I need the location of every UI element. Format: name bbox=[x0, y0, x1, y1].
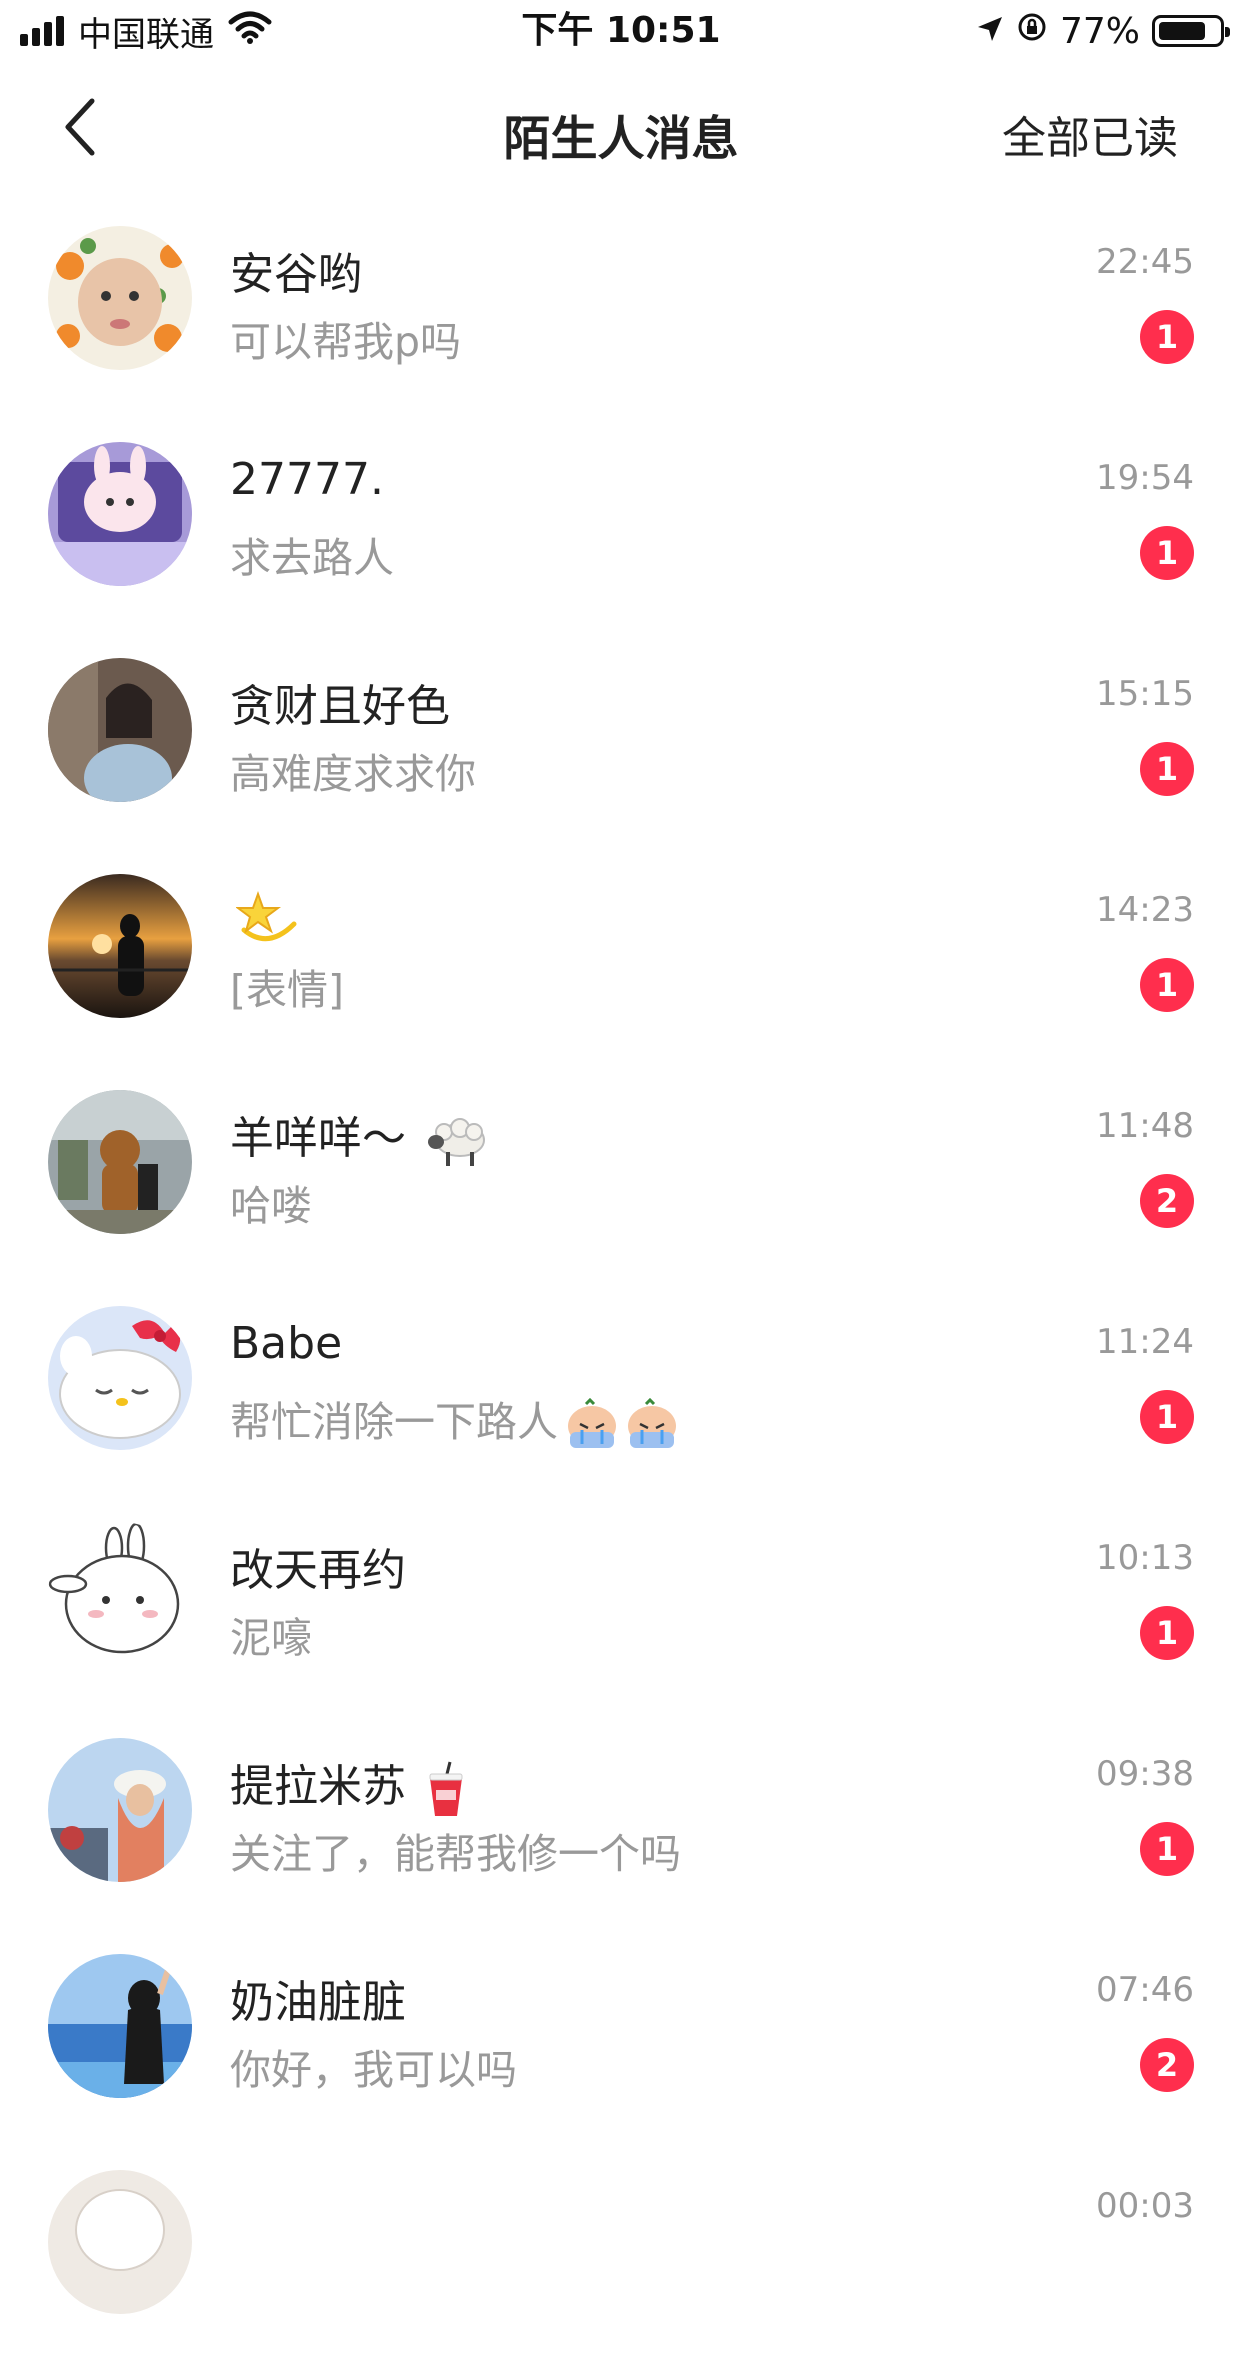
battery-icon bbox=[1152, 15, 1230, 47]
message-preview: 帮忙消除一下路人 bbox=[230, 1388, 682, 1452]
message-time: 14:23 bbox=[1096, 890, 1194, 930]
unread-badge: 1 bbox=[1140, 958, 1194, 1012]
avatar[interactable] bbox=[48, 1954, 192, 2098]
contact-name: 27777. bbox=[230, 454, 384, 505]
crying-face-icon bbox=[568, 1398, 676, 1448]
list-item[interactable]: 羊咩咩～ 哈喽 11:48 2 bbox=[0, 1074, 1242, 1290]
message-list: 安谷哟 可以帮我p吗 22:45 1 27777. 求去路人 19:54 1 贪… bbox=[0, 210, 1242, 2370]
message-time: 11:48 bbox=[1096, 1106, 1194, 1146]
contact-name bbox=[230, 886, 300, 946]
avatar[interactable] bbox=[48, 1090, 192, 1234]
list-item[interactable]: 贪财且好色 高难度求求你 15:15 1 bbox=[0, 642, 1242, 858]
contact-name: Babe bbox=[230, 1318, 343, 1369]
message-preview: 泥嚎 bbox=[230, 1614, 312, 1662]
avatar[interactable] bbox=[48, 226, 192, 370]
list-item[interactable]: 00:03 bbox=[0, 2154, 1242, 2370]
message-preview: 可以帮我p吗 bbox=[230, 318, 462, 366]
list-item[interactable]: 提拉米苏 关注了，能帮我修一个吗 09:38 1 bbox=[0, 1722, 1242, 1938]
location-icon bbox=[976, 11, 1004, 52]
unread-badge: 1 bbox=[1140, 1822, 1194, 1876]
list-item[interactable]: 改天再约 泥嚎 10:13 1 bbox=[0, 1506, 1242, 1722]
drink-cup-icon bbox=[429, 1761, 463, 1816]
status-bar: 中国联通 下午 10:51 77% bbox=[0, 0, 1242, 62]
mark-all-read-button[interactable]: 全部已读 bbox=[1002, 102, 1178, 166]
avatar[interactable] bbox=[48, 1522, 192, 1666]
unread-badge: 2 bbox=[1140, 2038, 1194, 2092]
message-preview: 关注了，能帮我修一个吗 bbox=[230, 1830, 681, 1878]
orientation-lock-icon bbox=[1016, 11, 1048, 52]
unread-badge: 1 bbox=[1140, 742, 1194, 796]
list-item[interactable]: 安谷哟 可以帮我p吗 22:45 1 bbox=[0, 210, 1242, 426]
avatar[interactable] bbox=[48, 658, 192, 802]
contact-name: 奶油脏脏 bbox=[230, 1977, 406, 2028]
list-item[interactable]: Babe 帮忙消除一下路人 11:24 1 bbox=[0, 1290, 1242, 1506]
message-preview: 哈喽 bbox=[230, 1182, 312, 1230]
list-item[interactable]: 27777. 求去路人 19:54 1 bbox=[0, 426, 1242, 642]
contact-name: 羊咩咩～ bbox=[230, 1102, 488, 1170]
message-time: 10:13 bbox=[1096, 1538, 1194, 1578]
message-preview: 求去路人 bbox=[230, 534, 394, 582]
carrier-name: 中国联通 bbox=[78, 14, 214, 55]
contact-name: 贪财且好色 bbox=[230, 681, 450, 732]
avatar[interactable] bbox=[48, 874, 192, 1018]
list-item[interactable]: [表情] 14:23 1 bbox=[0, 858, 1242, 1074]
message-time: 19:54 bbox=[1096, 458, 1194, 498]
unread-badge: 1 bbox=[1140, 1606, 1194, 1660]
battery-percent: 77% bbox=[1059, 10, 1140, 52]
message-preview: 高难度求求你 bbox=[230, 750, 476, 798]
unread-badge: 1 bbox=[1140, 526, 1194, 580]
signal-icon bbox=[20, 16, 64, 46]
avatar[interactable] bbox=[48, 1306, 192, 1450]
dizzy-star-icon bbox=[236, 891, 297, 942]
sheep-icon bbox=[428, 1118, 485, 1166]
contact-name: 改天再约 bbox=[230, 1545, 406, 1596]
contact-name: 提拉米苏 bbox=[230, 1750, 466, 1818]
message-time: 11:24 bbox=[1096, 1322, 1194, 1362]
avatar[interactable] bbox=[48, 1738, 192, 1882]
message-preview: 你好，我可以吗 bbox=[230, 2046, 517, 2094]
list-item[interactable]: 奶油脏脏 你好，我可以吗 07:46 2 bbox=[0, 1938, 1242, 2154]
message-preview: [表情] bbox=[230, 966, 344, 1014]
message-time: 07:46 bbox=[1096, 1970, 1194, 2010]
message-time: 15:15 bbox=[1096, 674, 1194, 714]
wifi-icon bbox=[228, 10, 272, 53]
unread-badge: 1 bbox=[1140, 310, 1194, 364]
unread-badge: 1 bbox=[1140, 1390, 1194, 1444]
avatar[interactable] bbox=[48, 2170, 192, 2314]
message-time: 00:03 bbox=[1096, 2186, 1194, 2226]
avatar[interactable] bbox=[48, 442, 192, 586]
contact-name: 安谷哟 bbox=[230, 249, 362, 300]
message-time: 09:38 bbox=[1096, 1754, 1194, 1794]
unread-badge: 2 bbox=[1140, 1174, 1194, 1228]
nav-bar: 陌生人消息 全部已读 bbox=[0, 62, 1242, 192]
message-time: 22:45 bbox=[1096, 242, 1194, 282]
